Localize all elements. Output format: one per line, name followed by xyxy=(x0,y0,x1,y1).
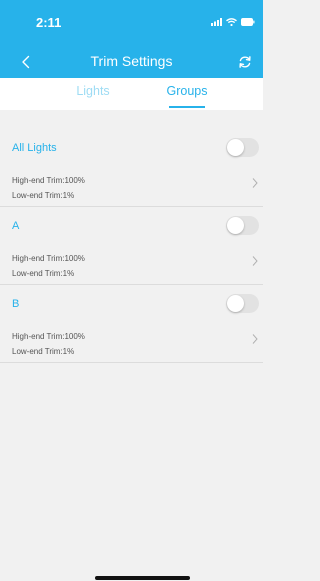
group-toggle[interactable] xyxy=(226,216,259,235)
tab-lights[interactable]: Lights xyxy=(43,78,143,110)
page-title: Trim Settings xyxy=(90,53,173,69)
wifi-icon xyxy=(226,18,237,26)
high-end-trim-label: High-end Trim:100% xyxy=(12,176,85,185)
refresh-button[interactable] xyxy=(233,50,257,74)
nav-bar: Trim Settings xyxy=(0,44,263,78)
status-icons xyxy=(211,17,255,27)
group-item-a[interactable]: A High-end Trim:100% Low-end Trim:1% xyxy=(0,208,263,285)
toggle-knob xyxy=(227,139,244,156)
group-name: All Lights xyxy=(12,142,57,154)
toggle-knob xyxy=(227,217,244,234)
battery-icon xyxy=(241,18,255,26)
low-end-trim-label: Low-end Trim:1% xyxy=(12,191,75,200)
group-item-b[interactable]: B High-end Trim:100% Low-end Trim:1% xyxy=(0,286,263,363)
app-header: 2:11 Trim Settings xyxy=(0,0,263,78)
tab-bar: Lights Groups xyxy=(0,78,263,110)
active-tab-indicator xyxy=(169,106,205,108)
group-name: B xyxy=(12,298,20,310)
group-toggle[interactable] xyxy=(226,138,259,157)
group-toggle[interactable] xyxy=(226,294,259,313)
high-end-trim-label: High-end Trim:100% xyxy=(12,332,85,341)
status-bar: 2:11 xyxy=(0,0,263,44)
group-name: A xyxy=(12,220,20,232)
low-end-trim-label: Low-end Trim:1% xyxy=(12,269,75,278)
toggle-knob xyxy=(227,295,244,312)
home-indicator[interactable] xyxy=(95,576,190,580)
status-time: 2:11 xyxy=(36,15,62,30)
cellular-signal-icon xyxy=(211,18,222,26)
high-end-trim-label: High-end Trim:100% xyxy=(12,254,85,263)
chevron-right-icon[interactable] xyxy=(251,255,259,267)
refresh-icon xyxy=(239,56,251,68)
chevron-right-icon[interactable] xyxy=(251,177,259,189)
chevron-right-icon[interactable] xyxy=(251,333,259,345)
low-end-trim-label: Low-end Trim:1% xyxy=(12,347,75,356)
group-item-all-lights[interactable]: All Lights High-end Trim:100% Low-end Tr… xyxy=(0,130,263,207)
